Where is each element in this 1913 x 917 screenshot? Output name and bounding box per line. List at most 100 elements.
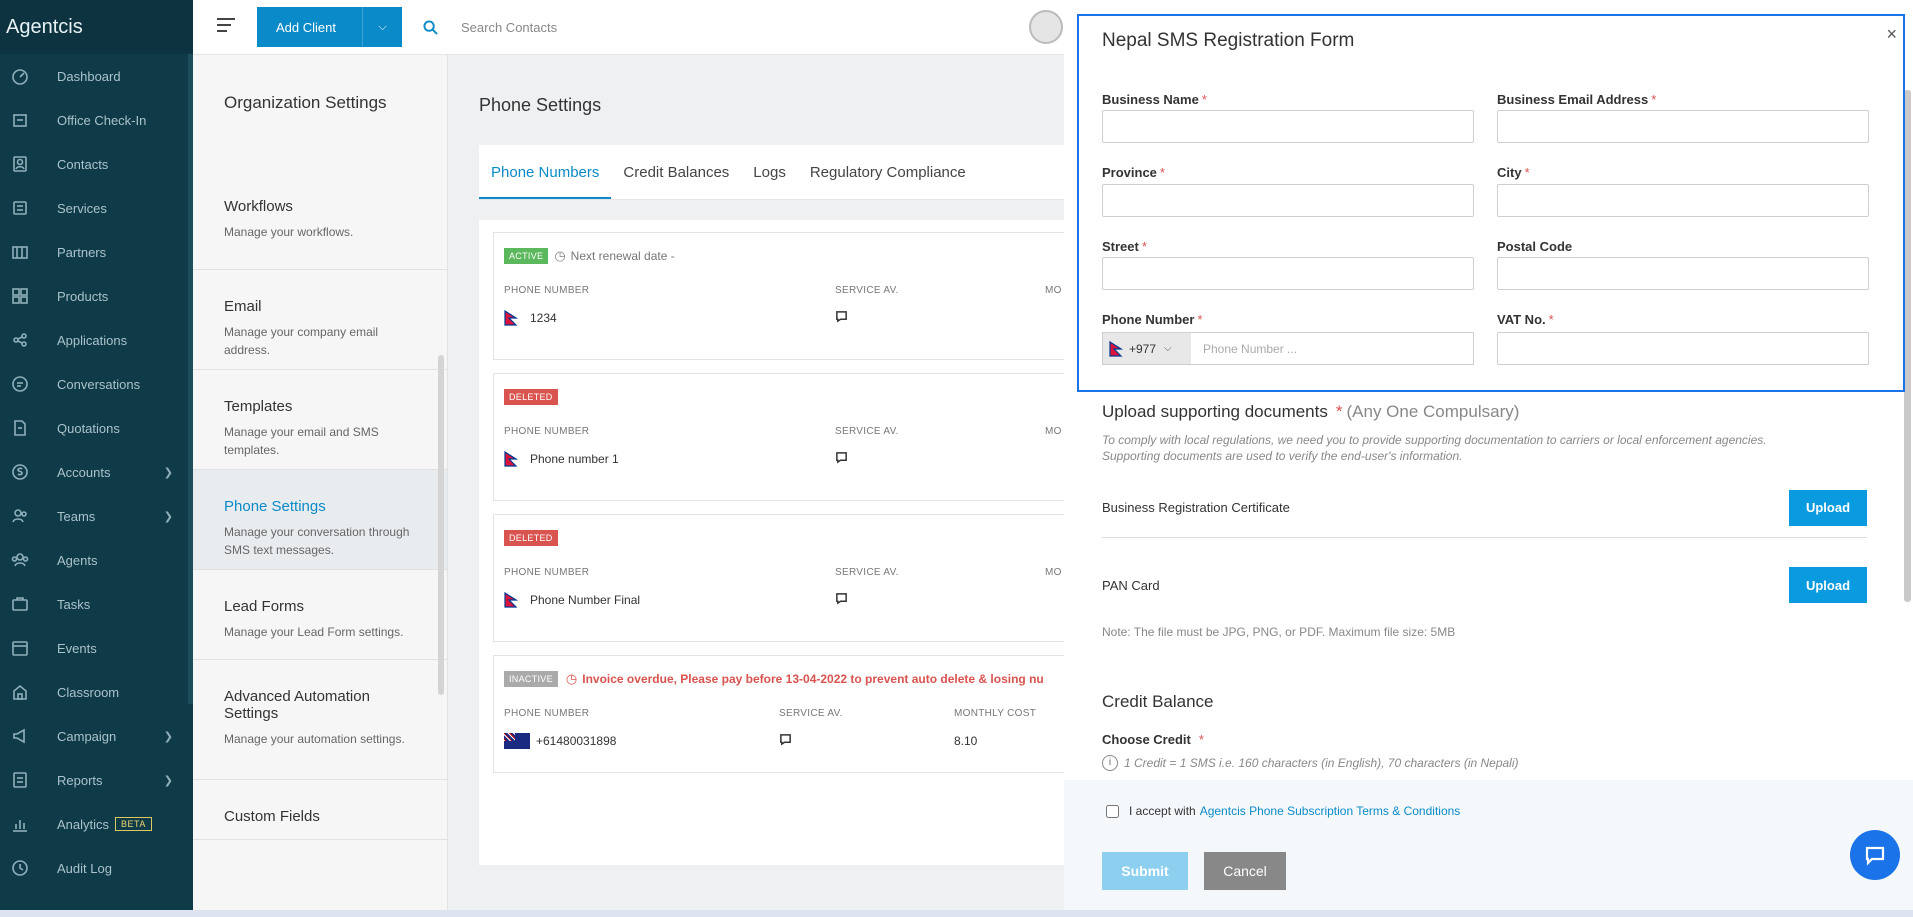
settings-item-desc: Manage your automation settings. bbox=[224, 732, 405, 746]
phone-number-card[interactable]: ACTIVE ◷ Next renewal date - PHONE NUMBER SE… bbox=[493, 232, 1085, 360]
nepal-flag-icon bbox=[504, 592, 518, 608]
sidebar-nav: Dashboard Office Check-In Contacts Services… bbox=[0, 54, 193, 890]
phone-number-label: Phone Number * bbox=[1102, 312, 1203, 327]
tab-regulatory-compliance[interactable]: Regulatory Compliance bbox=[798, 145, 978, 199]
terms-checkbox[interactable] bbox=[1106, 804, 1119, 818]
sidebar-item-partners[interactable]: Partners bbox=[0, 230, 193, 274]
submit-button[interactable]: Submit bbox=[1102, 852, 1188, 890]
postal-code-label: Postal Code bbox=[1497, 239, 1573, 254]
sidebar-item-label: Products bbox=[57, 288, 109, 304]
settings-item-templates[interactable]: Templates Manage your email and SMS templ… bbox=[193, 370, 447, 470]
tasks-icon bbox=[10, 594, 30, 614]
upload-business-registration-button[interactable]: Upload bbox=[1789, 489, 1867, 526]
business-email-input[interactable] bbox=[1497, 110, 1869, 143]
invoice-warning: Invoice overdue, Please pay before 13-04… bbox=[582, 672, 1044, 686]
main-sidebar: Agentcis Dashboard Office Check-In Contact… bbox=[0, 0, 193, 910]
col-service: SERVICE AV. bbox=[835, 426, 899, 437]
col-service: SERVICE AV. bbox=[835, 567, 899, 578]
events-icon bbox=[10, 638, 30, 658]
terms-link[interactable]: Agentcis Phone Subscription Terms & Cond… bbox=[1200, 804, 1461, 818]
sidebar-item-events[interactable]: Events bbox=[0, 626, 193, 670]
brand-logo[interactable]: Agentcis bbox=[0, 0, 193, 54]
cancel-button[interactable]: Cancel bbox=[1204, 852, 1286, 890]
chevron-right-icon: ❯ bbox=[163, 466, 173, 479]
credit-info: i 1 Credit = 1 SMS i.e. 160 characters (… bbox=[1102, 755, 1519, 771]
sidebar-item-audit-log[interactable]: Audit Log bbox=[0, 846, 193, 890]
tab-logs[interactable]: Logs bbox=[741, 145, 798, 199]
chevron-down-icon[interactable]: ⌵ bbox=[362, 7, 402, 47]
modal-scrollbar[interactable] bbox=[1904, 90, 1911, 602]
chevron-right-icon: ❯ bbox=[163, 730, 173, 743]
tab-phone-numbers[interactable]: Phone Numbers bbox=[479, 145, 612, 199]
settings-item-phone-settings[interactable]: Phone Settings Manage your conversation t… bbox=[193, 470, 447, 570]
settings-item-advanced-automation-settings[interactable]: Advanced Automation Settings Manage your … bbox=[193, 660, 447, 780]
sidebar-item-reports[interactable]: Reports ❯ bbox=[0, 758, 193, 802]
settings-list: Workflows Manage your workflows. Email Mana… bbox=[193, 170, 447, 840]
settings-item-lead-forms[interactable]: Lead Forms Manage your Lead Form settings… bbox=[193, 570, 447, 660]
nepal-sms-registration-modal: Nepal SMS Registration Form × Business N… bbox=[1064, 0, 1913, 910]
business-email-label: Business Email Address * bbox=[1497, 92, 1657, 107]
col-phone-number: PHONE NUMBER bbox=[504, 567, 590, 578]
analytics-icon bbox=[10, 814, 30, 834]
doc-label: Business Registration Certificate bbox=[1102, 500, 1290, 515]
phone-number-list: ACTIVE ◷ Next renewal date - PHONE NUMBER SE… bbox=[479, 220, 1099, 865]
modal-title: Nepal SMS Registration Form bbox=[1102, 30, 1355, 51]
upload-pan-card-button[interactable]: Upload bbox=[1789, 567, 1867, 603]
business-name-label: Business Name * bbox=[1102, 92, 1207, 107]
sidebar-item-analytics[interactable]: Analytics BETA bbox=[0, 802, 193, 846]
upload-description: To comply with local regulations, we nee… bbox=[1102, 433, 1767, 463]
search-contacts-input[interactable] bbox=[461, 16, 761, 38]
phone-number-input[interactable] bbox=[1191, 333, 1473, 364]
sidebar-item-agents[interactable]: Agents bbox=[0, 538, 193, 582]
user-avatar[interactable] bbox=[1029, 10, 1063, 44]
city-input[interactable] bbox=[1497, 184, 1869, 217]
sidebar-item-tasks[interactable]: Tasks bbox=[0, 582, 193, 626]
menu-toggle-icon[interactable] bbox=[217, 18, 235, 36]
phone-number-card[interactable]: DELETED PHONE NUMBER SERVICE AV. MO Phone Nu… bbox=[493, 514, 1085, 642]
sidebar-item-conversations[interactable]: Conversations bbox=[0, 362, 193, 406]
col-service: SERVICE AV. bbox=[779, 708, 843, 719]
close-icon[interactable]: × bbox=[1886, 24, 1897, 45]
vat-no-label: VAT No. * bbox=[1497, 312, 1554, 327]
add-client-button[interactable]: Add Client ⌵ bbox=[257, 7, 402, 47]
phone-number-card[interactable]: DELETED PHONE NUMBER SERVICE AV. MO Phone nu… bbox=[493, 373, 1085, 501]
country-code-select[interactable]: +977 ⌵ bbox=[1103, 333, 1191, 364]
street-input[interactable] bbox=[1102, 257, 1474, 290]
accounts-icon bbox=[10, 462, 30, 482]
settings-item-custom-fields[interactable]: Custom Fields bbox=[193, 780, 447, 840]
sidebar-item-classroom[interactable]: Classroom bbox=[0, 670, 193, 714]
sidebar-item-contacts[interactable]: Contacts bbox=[0, 142, 193, 186]
products-icon bbox=[10, 286, 30, 306]
phone-number-field: +977 ⌵ bbox=[1102, 332, 1474, 365]
phone-number-card[interactable]: INACTIVE ◷ Invoice overdue, Please pay bef… bbox=[493, 655, 1085, 773]
checkin-icon bbox=[10, 110, 30, 130]
province-input[interactable] bbox=[1102, 184, 1474, 217]
sidebar-item-applications[interactable]: Applications bbox=[0, 318, 193, 362]
sidebar-item-quotations[interactable]: Quotations bbox=[0, 406, 193, 450]
sidebar-item-dashboard[interactable]: Dashboard bbox=[0, 54, 193, 98]
chat-support-button[interactable] bbox=[1850, 830, 1900, 880]
settings-item-desc: Manage your Lead Form settings. bbox=[224, 625, 404, 639]
settings-scrollbar[interactable] bbox=[438, 355, 444, 695]
sidebar-item-label: Teams bbox=[57, 508, 96, 524]
col-phone-number: PHONE NUMBER bbox=[504, 285, 590, 296]
terms-accept: I accept with Agentcis Phone Subscriptio… bbox=[1106, 804, 1460, 818]
sidebar-item-teams[interactable]: Teams ❯ bbox=[0, 494, 193, 538]
tab-credit-balances[interactable]: Credit Balances bbox=[611, 145, 741, 199]
business-name-input[interactable] bbox=[1102, 110, 1474, 143]
sidebar-item-products[interactable]: Products bbox=[0, 274, 193, 318]
phone-number-value: +61480031898 bbox=[536, 734, 617, 748]
vat-no-input[interactable] bbox=[1497, 332, 1869, 365]
phone-number-value: 1234 bbox=[530, 311, 557, 325]
settings-item-workflows[interactable]: Workflows Manage your workflows. bbox=[193, 170, 447, 270]
sidebar-item-campaign[interactable]: Campaign ❯ bbox=[0, 714, 193, 758]
sidebar-item-label: Classroom bbox=[57, 684, 120, 700]
sidebar-item-accounts[interactable]: Accounts ❯ bbox=[0, 450, 193, 494]
speedometer-icon bbox=[10, 66, 30, 86]
col-phone-number: PHONE NUMBER bbox=[504, 708, 590, 719]
settings-item-email[interactable]: Email Manage your company email address. bbox=[193, 270, 447, 370]
postal-code-input[interactable] bbox=[1497, 257, 1869, 290]
sms-icon bbox=[835, 593, 848, 608]
sidebar-item-services[interactable]: Services bbox=[0, 186, 193, 230]
sidebar-item-office-check-in[interactable]: Office Check-In bbox=[0, 98, 193, 142]
